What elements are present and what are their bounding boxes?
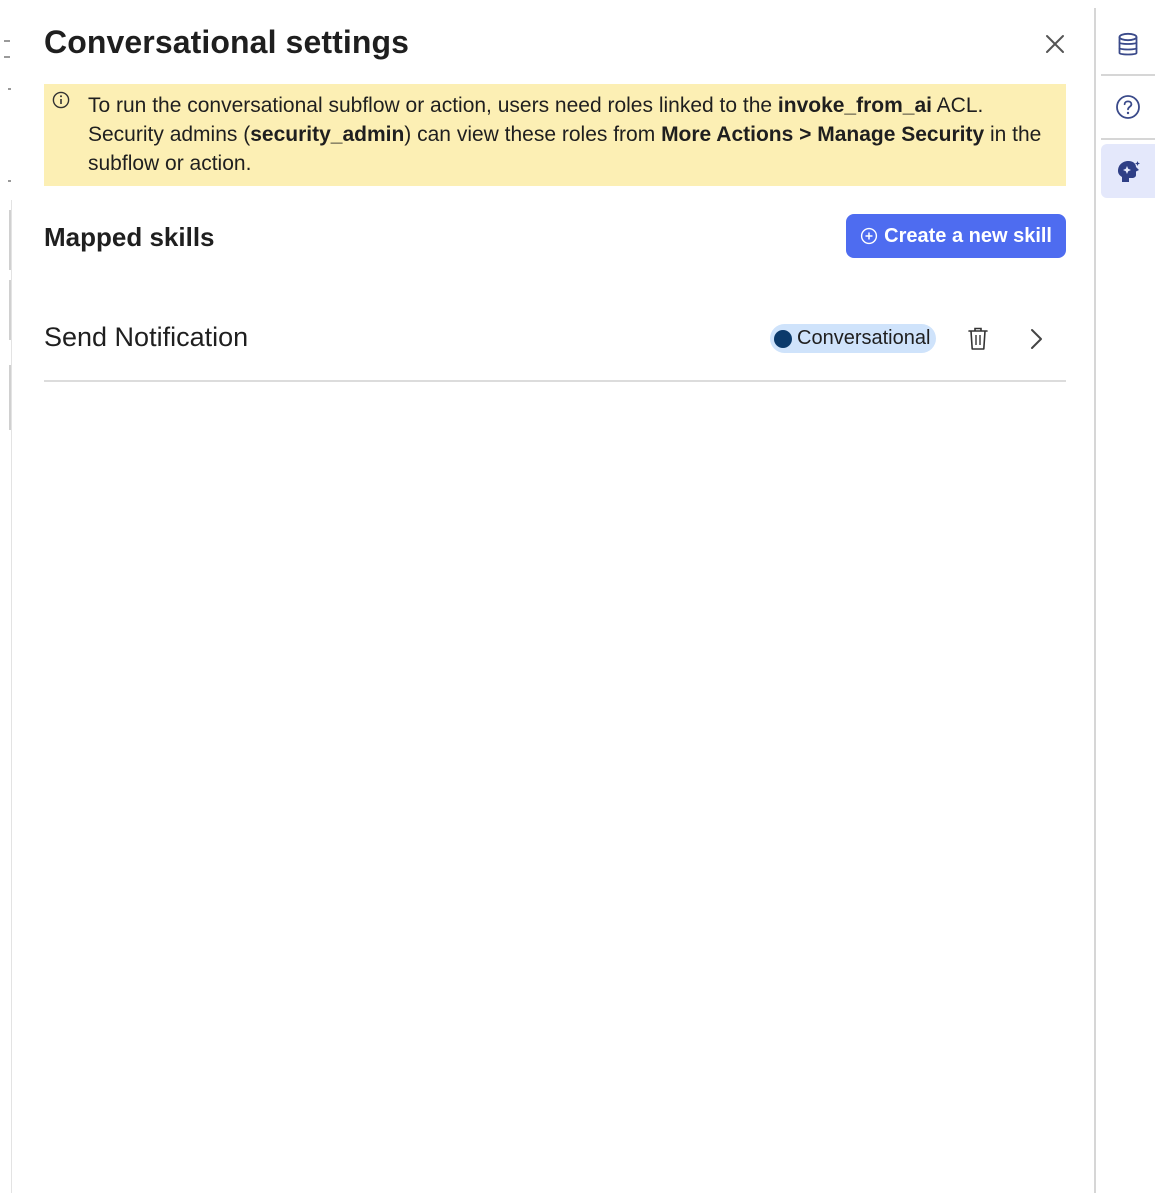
delete-skill-button[interactable] [965,324,991,354]
database-icon [1118,32,1138,56]
close-button[interactable] [1041,30,1069,58]
skill-name: Send Notification [44,322,249,352]
edge-tick [8,180,11,182]
create-skill-label: Create a new skill [884,224,1052,247]
edge-tick [4,40,10,42]
trash-icon [968,327,988,350]
badge-dot [774,329,792,348]
permissions-notice: To run the conversational subflow or act… [44,84,1066,186]
menu-path: More Actions > Manage Security [661,123,985,146]
close-icon [1046,35,1064,53]
settings-panel: Conversational settings To run the conve… [44,0,1066,1193]
open-skill-button[interactable] [1022,324,1050,354]
rail-divider [1094,8,1096,1193]
panel-header: Conversational settings [44,22,1066,68]
rail-separator [1101,138,1155,140]
rail-ai-skill-button[interactable] [1101,144,1155,198]
help-icon [1116,95,1140,119]
info-icon [52,91,70,109]
badge-label: Conversational [797,327,931,349]
notice-text: To run the conversational subflow or act… [88,94,1042,175]
chevron-right-icon [1031,329,1042,349]
plus-circle-icon [861,227,878,245]
status-badge: Conversational [770,324,937,353]
ai-skill-icon [1118,161,1140,182]
skill-row[interactable]: Send Notification Conversational [44,300,1066,382]
edge-tick [8,88,11,90]
role-name: security_admin [250,123,405,146]
conversational-settings-page: Conversational settings To run the conve… [0,0,1155,1193]
rail-help-button[interactable] [1101,80,1155,134]
page-title: Conversational settings [44,24,410,60]
create-skill-button[interactable]: Create a new skill [846,214,1066,258]
section-title: Mapped skills [44,222,215,252]
edge-tick [4,56,10,58]
left-edge-remnant [0,0,14,1193]
edge-rule [11,200,12,1193]
rail-database-button[interactable] [1101,18,1155,72]
rail-separator [1101,74,1155,76]
mapped-skills-header: Mapped skills Create a new skill [44,214,1066,258]
acl-name: invoke_from_ai [777,94,932,117]
